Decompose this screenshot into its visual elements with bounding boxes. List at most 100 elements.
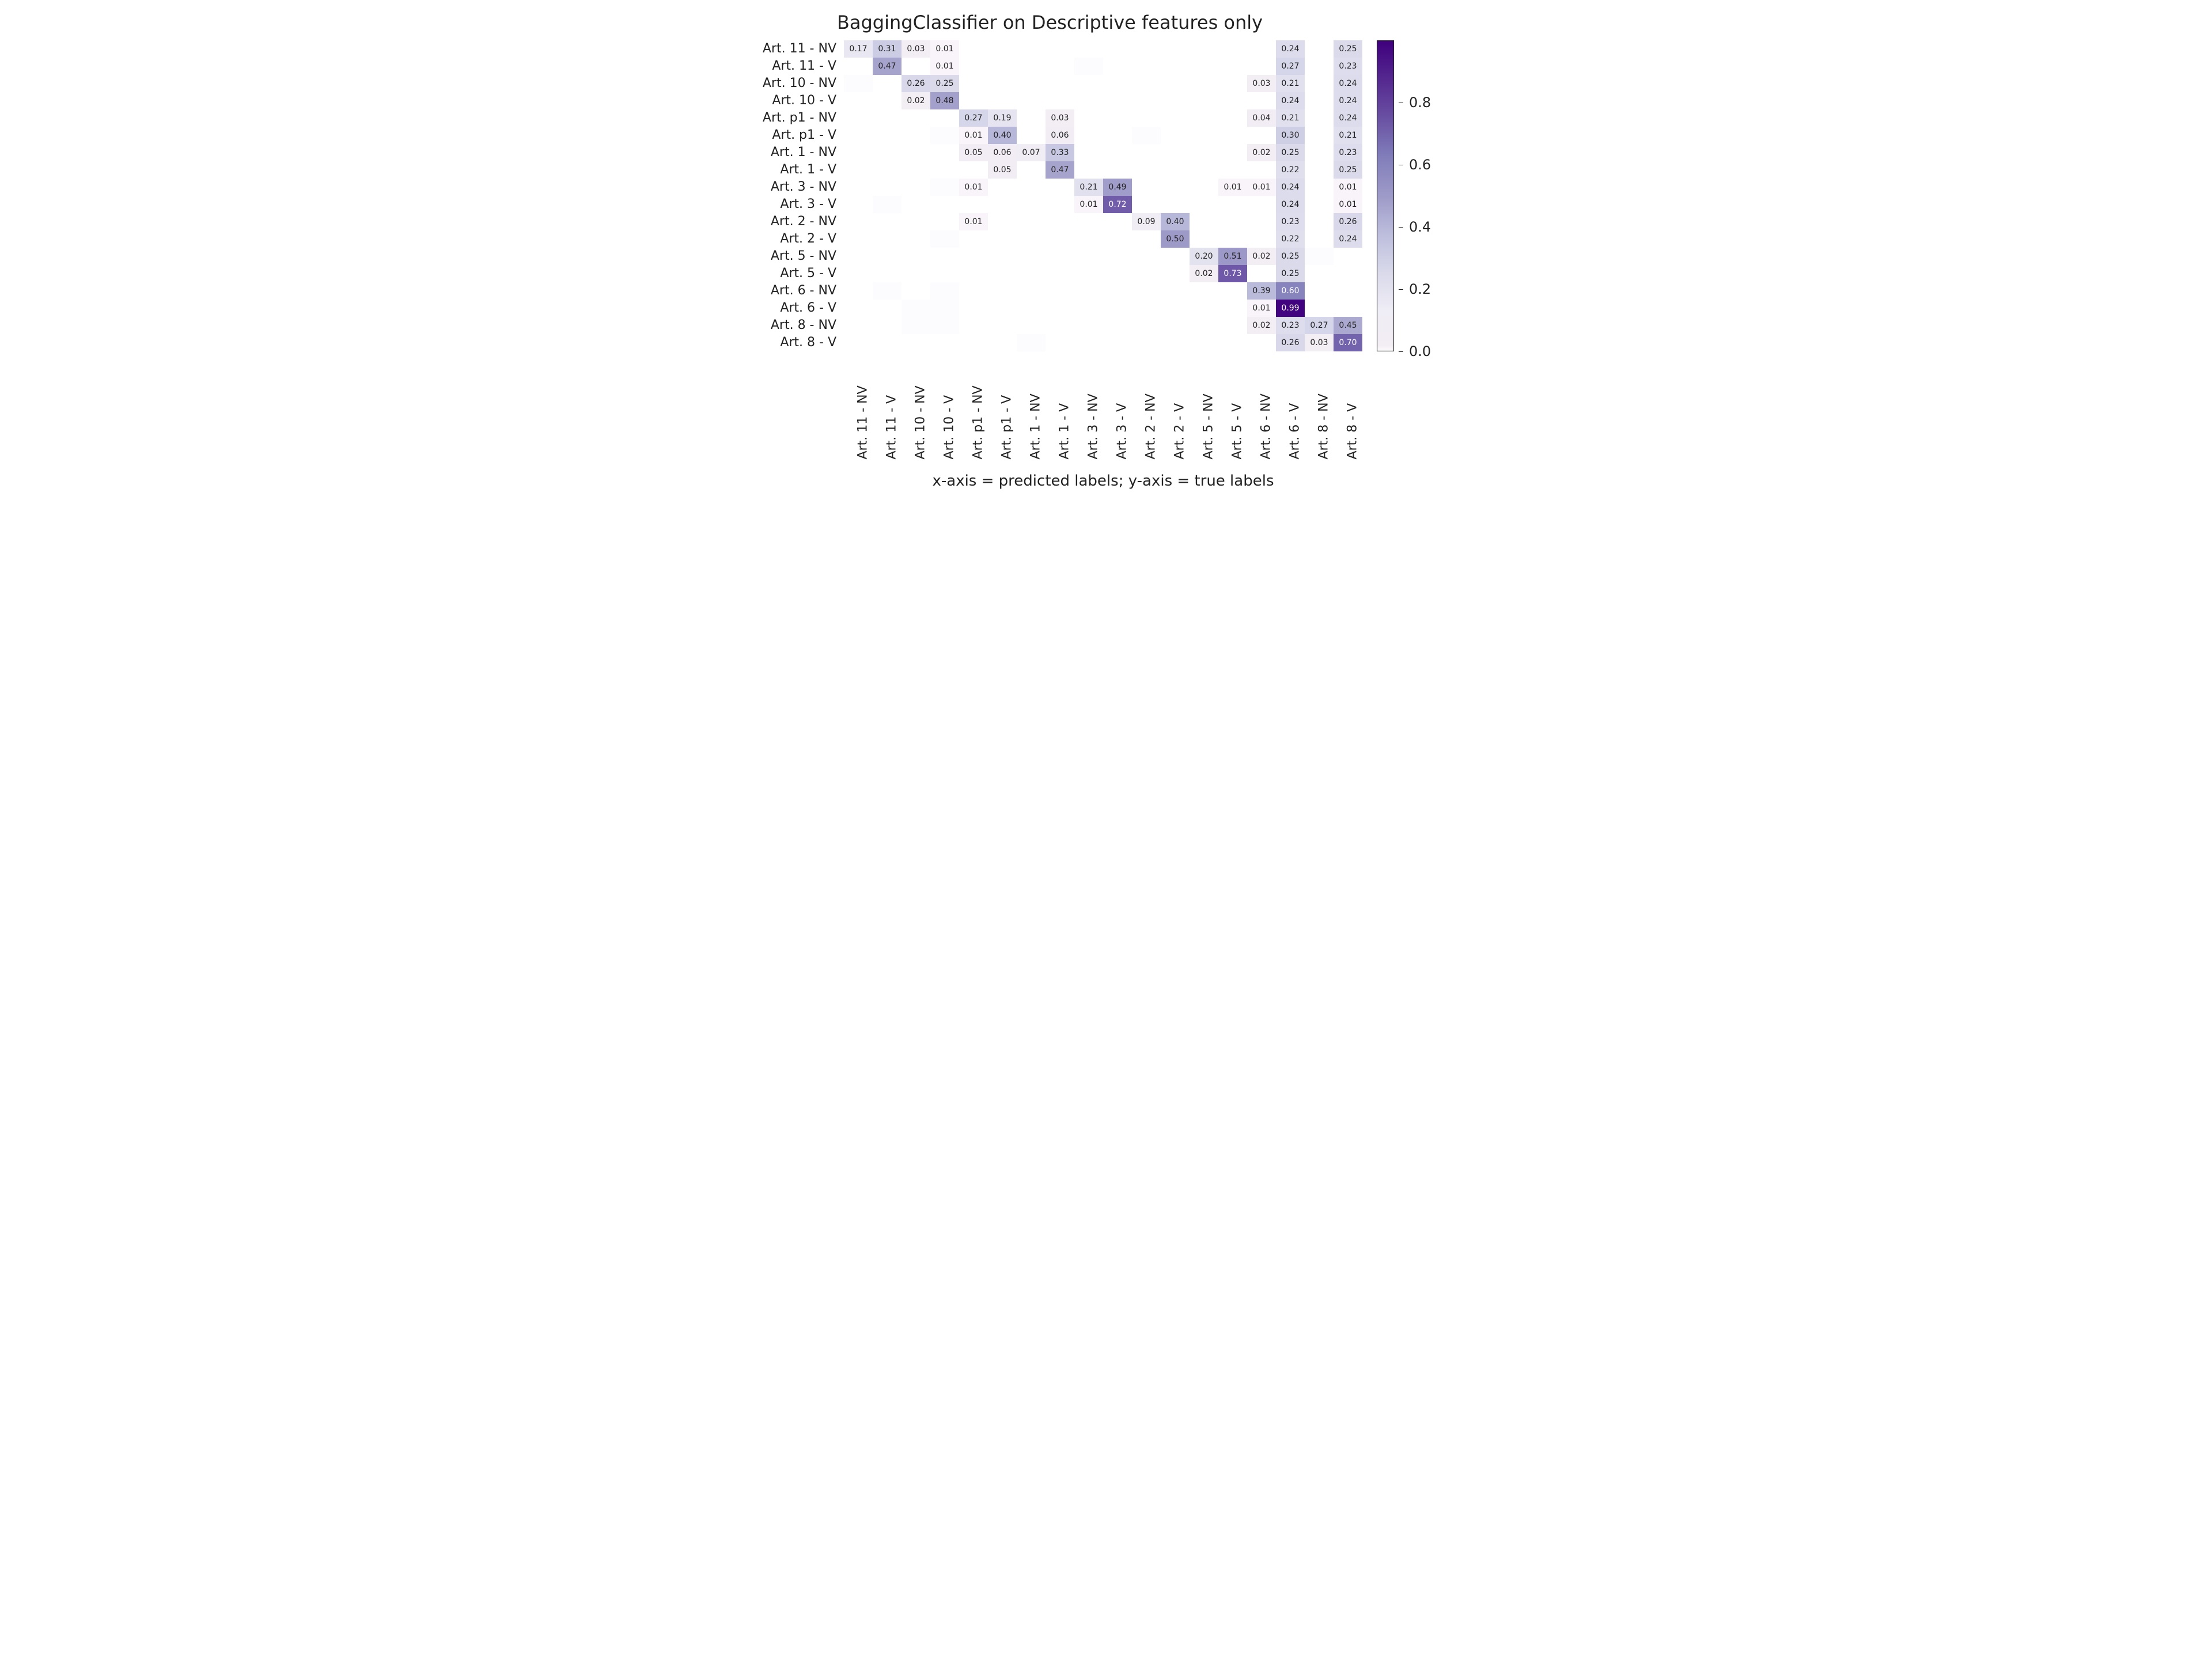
heatmap-cell: 0.01	[959, 127, 988, 144]
heatmap-cell: 0.03	[1046, 109, 1074, 127]
heatmap-cell	[959, 265, 988, 282]
heatmap-cell	[1046, 196, 1074, 213]
heatmap-cell	[1132, 40, 1161, 58]
colorbar-tick-label: 0.8	[1409, 94, 1431, 111]
heatmap-cell	[1103, 248, 1132, 265]
heatmap-cell	[988, 334, 1017, 351]
heatmap-cell: 0.06	[1046, 127, 1074, 144]
heatmap-cell	[1046, 179, 1074, 196]
colorbar-tick: 0.0	[1399, 343, 1431, 359]
heatmap-cell: 0.24	[1334, 230, 1362, 248]
heatmap-cell	[1017, 58, 1046, 75]
heatmap-cell	[1247, 127, 1276, 144]
heatmap-cell: 0.31	[873, 40, 902, 58]
heatmap-row: 0.470.010.270.23	[844, 58, 1362, 75]
heatmap-cell	[1103, 127, 1132, 144]
heatmap-cell: 0.01	[930, 58, 959, 75]
heatmap-cell	[1103, 230, 1132, 248]
heatmap-cell: 0.02	[1190, 265, 1218, 282]
heatmap-cell	[873, 300, 902, 317]
x-tick-label: Art. 8 - V	[1346, 403, 1360, 460]
heatmap-cell	[902, 127, 930, 144]
heatmap-cell: 0.01	[1334, 179, 1362, 196]
heatmap-cell	[1132, 144, 1161, 161]
heatmap-cell	[902, 109, 930, 127]
heatmap-cell	[1334, 265, 1362, 282]
heatmap-cell	[1103, 144, 1132, 161]
heatmap-cell	[930, 179, 959, 196]
heatmap-cell	[1046, 213, 1074, 230]
heatmap-cell	[1132, 230, 1161, 248]
heatmap-cell	[844, 282, 873, 300]
heatmap-cell	[1046, 230, 1074, 248]
colorbar-tick: 0.2	[1399, 281, 1431, 297]
heatmap-cell	[844, 109, 873, 127]
heatmap-cell	[873, 317, 902, 334]
heatmap-row: 0.170.310.030.010.240.25	[844, 40, 1362, 58]
heatmap-cell	[844, 58, 873, 75]
heatmap-cell	[988, 265, 1017, 282]
heatmap-cell	[1218, 144, 1247, 161]
heatmap-cell	[1190, 282, 1218, 300]
x-tick-label: Art. 11 - V	[885, 395, 899, 460]
heatmap-cell	[1074, 230, 1103, 248]
heatmap-cell	[959, 317, 988, 334]
heatmap-cell	[1161, 317, 1190, 334]
heatmap-cell	[930, 144, 959, 161]
heatmap-cell	[1074, 58, 1103, 75]
heatmap-cell	[1017, 75, 1046, 92]
heatmap-cell: 0.25	[1334, 40, 1362, 58]
colorbar	[1377, 40, 1394, 351]
y-tick-label: Art. 11 - V	[737, 58, 841, 75]
heatmap-cell	[902, 213, 930, 230]
x-tick-label: Art. p1 - NV	[971, 385, 986, 459]
heatmap-cell	[1046, 282, 1074, 300]
heatmap-cell	[1017, 282, 1046, 300]
heatmap-cell: 0.21	[1276, 109, 1305, 127]
heatmap-cell	[988, 282, 1017, 300]
heatmap-cell	[1103, 75, 1132, 92]
heatmap-cell	[902, 179, 930, 196]
x-axis-caption: x-axis = predicted labels; y-axis = true…	[844, 472, 1362, 490]
heatmap-cell	[902, 248, 930, 265]
heatmap-cell	[1017, 92, 1046, 109]
heatmap-cell	[930, 248, 959, 265]
heatmap-cell	[1046, 75, 1074, 92]
heatmap-cell	[1161, 161, 1190, 179]
heatmap-cell	[1218, 161, 1247, 179]
heatmap-cell	[1334, 300, 1362, 317]
y-tick-label: Art. 8 - NV	[737, 317, 841, 334]
heatmap-cell	[1190, 317, 1218, 334]
heatmap-cell: 0.49	[1103, 179, 1132, 196]
heatmap-cell	[873, 127, 902, 144]
heatmap-cell: 0.24	[1276, 179, 1305, 196]
heatmap-cell	[1334, 282, 1362, 300]
heatmap-cell: 0.48	[930, 92, 959, 109]
heatmap-cell	[1017, 334, 1046, 351]
heatmap-cell: 0.25	[1334, 161, 1362, 179]
x-tick-label: Art. 10 - V	[942, 395, 957, 460]
colorbar-tick-label: 0.4	[1409, 219, 1431, 235]
y-tick-label: Art. 11 - NV	[737, 40, 841, 58]
heatmap-cell	[1247, 230, 1276, 248]
heatmap-cell: 0.23	[1334, 58, 1362, 75]
heatmap-cell	[873, 92, 902, 109]
heatmap-cell	[1161, 109, 1190, 127]
heatmap-cell: 0.30	[1276, 127, 1305, 144]
heatmap-cell	[873, 248, 902, 265]
heatmap-cell: 0.72	[1103, 196, 1132, 213]
heatmap-cell	[1103, 300, 1132, 317]
heatmap-cell	[1305, 40, 1334, 58]
y-tick-label: Art. 1 - V	[737, 161, 841, 179]
heatmap-cell	[1161, 127, 1190, 144]
heatmap-cell	[844, 317, 873, 334]
heatmap-cell	[1161, 300, 1190, 317]
heatmap-cell	[1132, 317, 1161, 334]
heatmap-cell	[902, 161, 930, 179]
heatmap-cell	[1334, 248, 1362, 265]
x-tick-label: Art. 5 - V	[1230, 403, 1245, 460]
heatmap-cell: 0.40	[1161, 213, 1190, 230]
heatmap-cell: 0.17	[844, 40, 873, 58]
heatmap-cell	[1247, 161, 1276, 179]
heatmap-cell	[873, 179, 902, 196]
